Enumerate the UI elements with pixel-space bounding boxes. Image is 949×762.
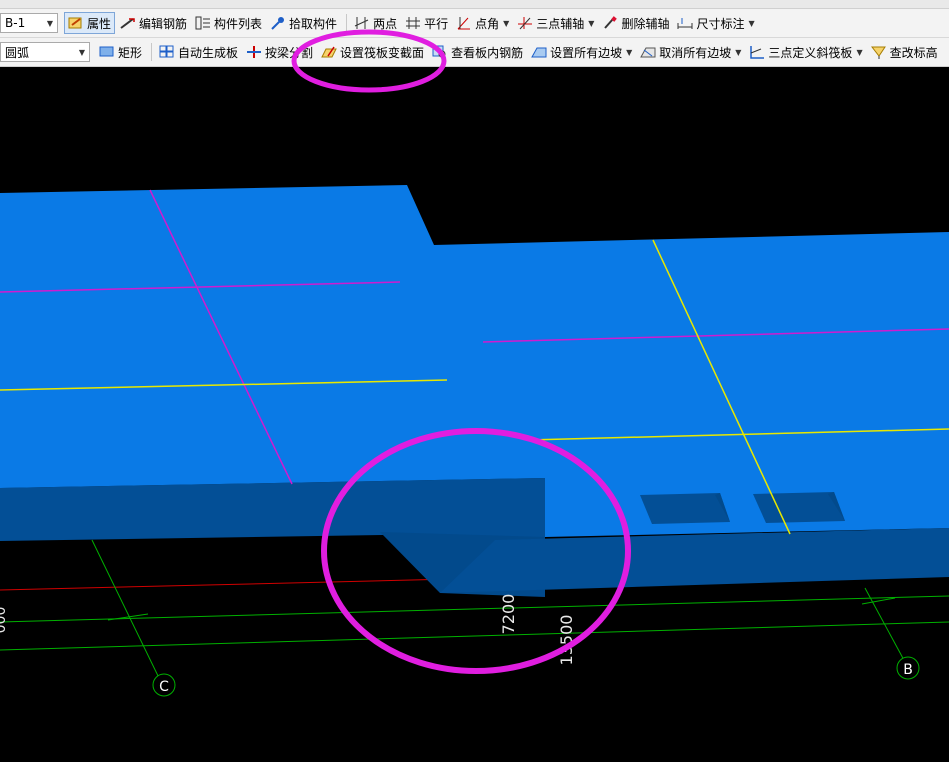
dimension-button[interactable]: 尺寸标注 ▼	[674, 12, 757, 34]
three-point-axis-label: 三点辅轴	[536, 16, 585, 31]
dimension-text-7200: 7200	[499, 594, 518, 635]
draw-mode-select[interactable]: 圆弧 ▼	[0, 42, 90, 62]
set-raft-section-button[interactable]: 设置筏板变截面	[318, 41, 427, 63]
parallel-label: 平行	[424, 16, 449, 31]
chevron-down-icon[interactable]: ▼	[735, 48, 741, 57]
point-angle-label: 点角	[475, 16, 500, 31]
set-all-slopes-label: 设置所有边坡	[550, 45, 623, 60]
two-points-label: 两点	[373, 16, 398, 31]
chevron-down-icon[interactable]: ▼	[626, 48, 632, 57]
three-point-slope-icon	[749, 45, 765, 59]
parallel-icon	[405, 16, 421, 30]
eraser-icon	[602, 16, 618, 30]
raft-slab[interactable]	[0, 185, 949, 597]
edit-rebar-icon	[120, 16, 136, 30]
set-all-slopes-button[interactable]: 设置所有边坡 ▼	[528, 41, 635, 63]
rectangle-button[interactable]: 矩形	[96, 41, 145, 63]
cancel-all-slopes-button[interactable]: 取消所有边坡 ▼	[637, 41, 744, 63]
cancel-slope-icon	[640, 45, 656, 59]
auto-generate-slab-button[interactable]: 自动生成板	[156, 41, 241, 63]
raft-section-icon	[321, 45, 337, 59]
dimension-text-left-partial: 000	[0, 607, 9, 634]
view-slab-rebar-button[interactable]: 查看板内钢筋	[429, 41, 526, 63]
eyedropper-icon	[270, 16, 286, 30]
dimension-icon	[677, 16, 693, 30]
point-angle-icon	[456, 16, 472, 30]
pick-component-label: 拾取构件	[289, 16, 338, 31]
axis-label-c: C	[159, 679, 169, 695]
toolbar-row-2: 圆弧 ▼ 矩形 自动生成板 按梁分割 设置筏板变截面 查看板内钢筋 设置所有边坡…	[0, 38, 949, 67]
three-point-slope-button[interactable]: 三点定义斜筏板 ▼	[746, 41, 865, 63]
point-angle-button[interactable]: 点角 ▼	[453, 12, 512, 34]
rectangle-label: 矩形	[118, 45, 143, 60]
draw-mode-value: 圆弧	[5, 45, 30, 60]
edit-rebar-button[interactable]: 编辑钢筋	[117, 12, 190, 34]
chevron-down-icon[interactable]: ▼	[856, 48, 862, 57]
toolbar-row-1: B-1 ▼ 属性 编辑钢筋 构件列表 拾取构件 两点 平行 点角 ▼ 三点辅轴 …	[0, 9, 949, 38]
cancel-all-slopes-label: 取消所有边坡	[659, 45, 732, 60]
edit-rebar-label: 编辑钢筋	[139, 16, 188, 31]
parallel-button[interactable]: 平行	[402, 12, 451, 34]
check-elevation-button[interactable]: 查改标高	[868, 41, 941, 63]
axis-marker-b[interactable]: B	[896, 656, 920, 680]
view-slab-rebar-label: 查看板内钢筋	[451, 45, 524, 60]
delete-axis-button[interactable]: 删除辅轴	[599, 12, 672, 34]
elevation-icon	[870, 45, 887, 59]
rectangle-icon	[99, 45, 115, 59]
split-by-beam-button[interactable]: 按梁分割	[243, 41, 316, 63]
layer-select[interactable]: B-1 ▼	[0, 13, 58, 33]
chevron-down-icon[interactable]: ▼	[588, 19, 594, 28]
3d-viewport[interactable]: 7200 13500 000 C B	[0, 67, 949, 762]
three-point-slope-label: 三点定义斜筏板	[768, 45, 853, 60]
two-points-button[interactable]: 两点	[351, 12, 400, 34]
chevron-down-icon: ▼	[78, 47, 85, 57]
three-point-axis-icon	[517, 16, 533, 30]
component-list-label: 构件列表	[214, 16, 263, 31]
toolbar-separator	[346, 14, 348, 32]
chevron-down-icon[interactable]: ▼	[748, 19, 754, 28]
axis-label-b: B	[903, 662, 913, 678]
top-toolbar-partial-strip	[0, 0, 949, 9]
chevron-down-icon[interactable]: ▼	[503, 19, 509, 28]
list-icon	[195, 16, 211, 30]
split-by-beam-label: 按梁分割	[265, 45, 314, 60]
layer-select-value: B-1	[5, 16, 26, 30]
chevron-down-icon: ▼	[46, 18, 53, 28]
properties-icon	[68, 16, 84, 30]
view-rebar-icon	[432, 45, 448, 59]
component-list-button[interactable]: 构件列表	[192, 12, 265, 34]
toolbar-separator	[151, 43, 153, 61]
properties-label: 属性	[87, 16, 112, 31]
axis-marker-c[interactable]: C	[152, 673, 176, 697]
slope-icon	[531, 45, 547, 59]
check-elevation-label: 查改标高	[889, 45, 938, 60]
two-points-icon	[354, 16, 370, 30]
set-raft-section-label: 设置筏板变截面	[340, 45, 425, 60]
slab-left-side-face	[0, 478, 545, 541]
auto-generate-slab-label: 自动生成板	[178, 45, 239, 60]
delete-axis-label: 删除辅轴	[621, 16, 670, 31]
three-point-axis-button[interactable]: 三点辅轴 ▼	[514, 12, 597, 34]
grid-slab-icon	[159, 45, 175, 59]
split-icon	[246, 45, 262, 59]
dimension-label: 尺寸标注	[696, 16, 745, 31]
pick-component-button[interactable]: 拾取构件	[267, 12, 340, 34]
properties-button[interactable]: 属性	[64, 12, 116, 34]
